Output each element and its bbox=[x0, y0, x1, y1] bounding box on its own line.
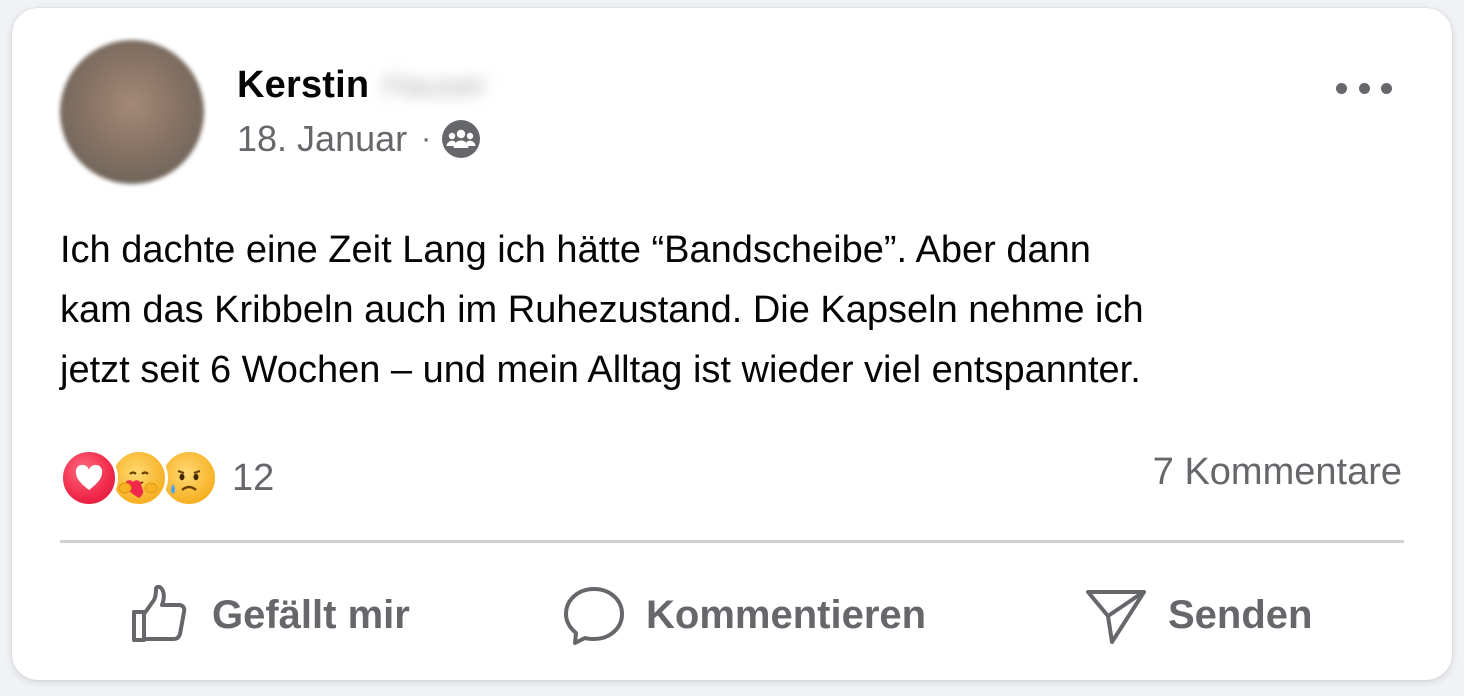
author-name[interactable]: Kerstin bbox=[237, 64, 369, 107]
send-label: Senden bbox=[1168, 592, 1313, 637]
more-dot-icon bbox=[1358, 82, 1370, 94]
reaction-count: 12 bbox=[232, 456, 275, 499]
comment-label: Kommentieren bbox=[646, 592, 927, 637]
post-card: Kerstin Hauser 18. Januar · Ich dachte e… bbox=[12, 8, 1452, 680]
author-avatar[interactable] bbox=[60, 40, 204, 184]
like-button[interactable]: Gefällt mir bbox=[130, 580, 410, 650]
group-icon[interactable] bbox=[441, 119, 481, 159]
author-surname-redacted: Hauser bbox=[383, 66, 487, 103]
more-dot-icon bbox=[1381, 82, 1392, 94]
send-button[interactable]: Senden bbox=[1084, 580, 1312, 650]
author-row: Kerstin Hauser bbox=[237, 60, 486, 110]
post-date[interactable]: 18. Januar bbox=[237, 118, 407, 160]
more-dot-icon bbox=[1336, 82, 1347, 94]
post-text-line: Ich dachte eine Zeit Lang ich hätte “Ban… bbox=[60, 229, 1091, 271]
meta-separator: · bbox=[421, 122, 432, 155]
care-reaction-icon bbox=[110, 449, 168, 507]
send-icon bbox=[1086, 590, 1146, 644]
more-options-button[interactable] bbox=[1336, 70, 1392, 106]
post-meta: 18. Januar · bbox=[237, 118, 481, 160]
love-reaction-icon bbox=[60, 449, 118, 507]
post-text: Ich dachte eine Zeit Lang ich hätte “Ban… bbox=[60, 220, 1430, 400]
sad-reaction-icon bbox=[160, 449, 218, 507]
comment-button[interactable]: Kommentieren bbox=[562, 580, 926, 650]
reactions-summary[interactable]: 12 bbox=[60, 448, 274, 508]
comment-bubble-icon bbox=[564, 587, 624, 645]
thumbs-up-icon bbox=[132, 584, 187, 642]
like-label: Gefällt mir bbox=[212, 592, 410, 637]
post-text-line: kam das Kribbeln auch im Ruhezustand. Di… bbox=[60, 289, 1144, 331]
post-text-line: jetzt seit 6 Wochen – und mein Alltag is… bbox=[60, 349, 1141, 391]
divider bbox=[60, 540, 1404, 543]
comments-count-link[interactable]: 7 Kommentare bbox=[1153, 451, 1402, 494]
